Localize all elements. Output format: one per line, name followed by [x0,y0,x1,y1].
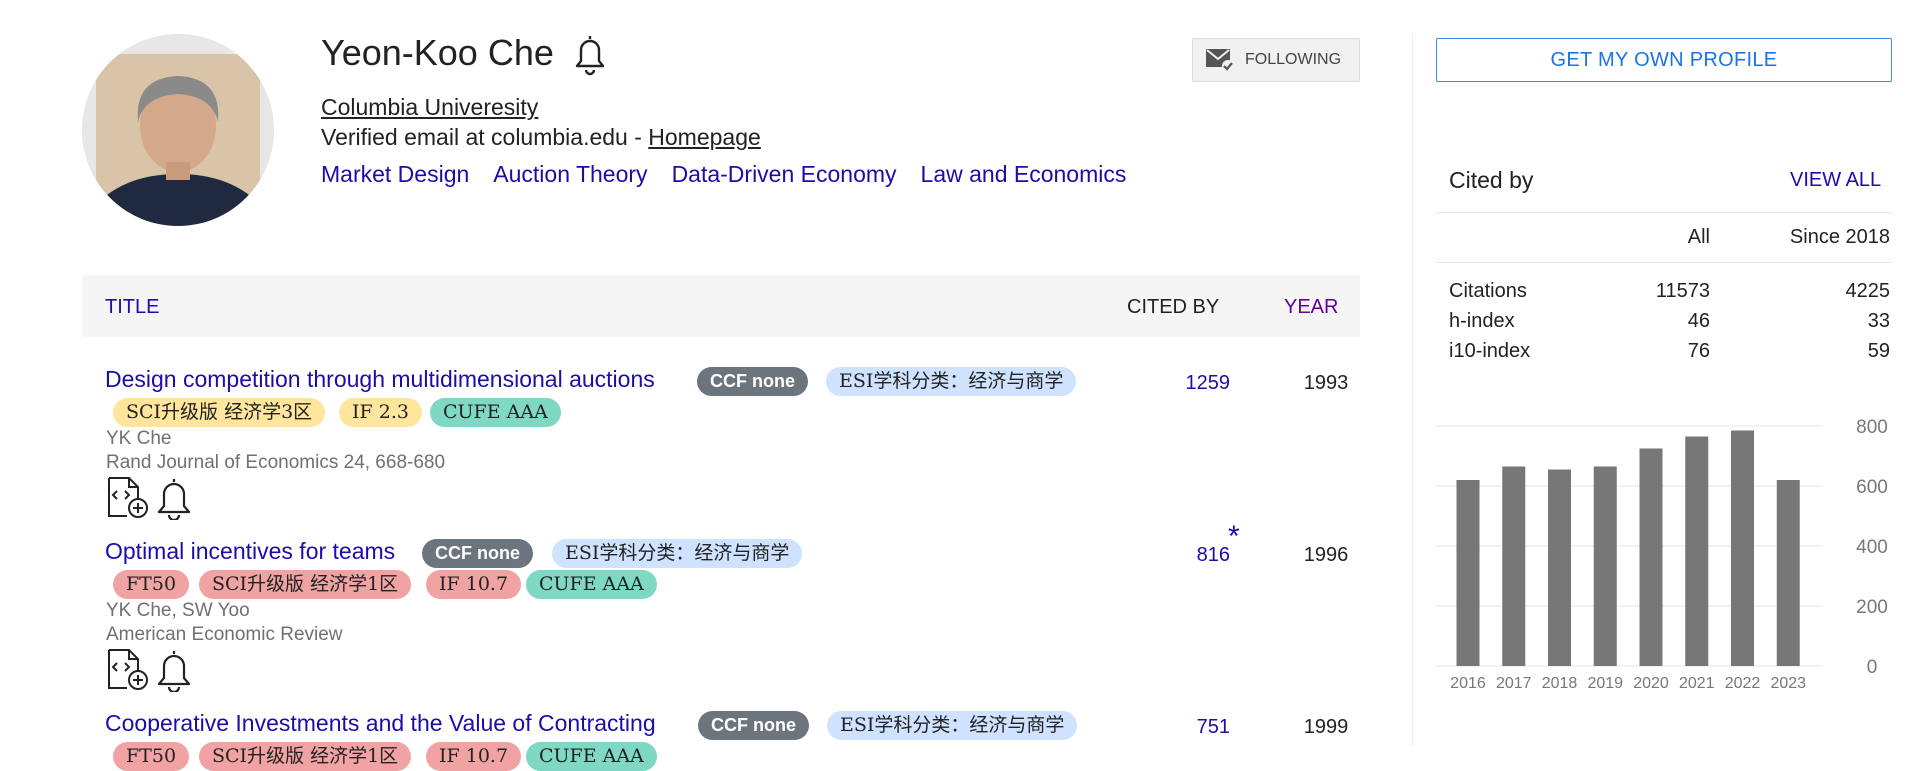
chart-bar [1548,469,1571,666]
sort-cited-button[interactable]: CITED BY [1127,296,1219,319]
y-tick-label: 0 [1867,657,1878,678]
ccf-badge: CCF none [698,711,809,740]
col-all-header: All [1687,226,1710,248]
stat-since: 59 [1867,340,1890,362]
if-badge: IF 10.7 [426,570,522,599]
chart-bar [1593,466,1617,666]
homepage-link[interactable]: Homepage [648,124,761,150]
chart-bar [1776,480,1800,666]
get-my-own-profile-button[interactable]: GET MY OWN PROFILE [1436,38,1892,82]
stat-label: i10-index [1449,340,1531,362]
y-tick-label: 200 [1856,597,1888,618]
cufe-badge: CUFE AAA [526,570,657,599]
sci-badge: SCI升级版 经济学3区 [113,398,326,427]
merged-citations-marker[interactable]: * [1228,520,1240,554]
mail-check-icon [1206,49,1234,72]
cited-by-link[interactable]: 1259 [1150,372,1231,395]
alert-bell-icon[interactable] [154,476,194,522]
divider [1436,262,1892,263]
citations-per-year-chart: 0 200 400 600 800 2016 2017 2018 2019 2020 2021 202… [1436,417,1888,692]
article-title-link[interactable]: Optimal incentives for teams [105,538,395,565]
email-text: Verified email at columbia.edu - [321,124,649,150]
x-tick-label: 2021 [1679,675,1715,692]
x-tick-label: 2019 [1587,675,1623,692]
article-year: 1993 [1303,372,1349,394]
esi-badge: ESI学科分类：经济与商学 [827,711,1078,740]
interest-link[interactable]: Data-Driven Economy [672,161,897,188]
stat-all: 11573 [1655,280,1710,302]
research-interests: Market Design Auction Theory Data-Driven… [321,161,1126,188]
article-year: 1996 [1303,544,1349,566]
esi-badge: ESI学科分类：经济与商学 [552,539,803,568]
interest-link[interactable]: Auction Theory [493,161,647,188]
chart-bar [1502,466,1526,666]
x-tick-label: 2018 [1542,675,1578,692]
stat-since: 4225 [1845,280,1891,302]
cited-by-heading: Cited by [1449,167,1534,193]
ft50-badge: FT50 [113,570,190,599]
chart-bar [1639,448,1663,666]
if-badge: IF 10.7 [426,742,522,771]
chart-bar [1685,436,1709,666]
following-label: FOLLOWING [1245,51,1342,68]
article-authors: YK Che, SW Yoo [106,600,250,621]
y-tick-label: 600 [1856,477,1888,498]
article-year: 1999 [1303,716,1349,738]
stat-since: 33 [1867,310,1890,332]
article-venue: Rand Journal of Economics 24, 668-680 [106,452,446,473]
ccf-badge: CCF none [422,539,533,568]
stat-label: Citations [1449,280,1527,302]
ccf-badge: CCF none [697,367,808,396]
avatar [82,34,274,226]
follow-bell-icon[interactable] [570,32,610,76]
sci-badge: SCI升级版 经济学1区 [199,742,412,771]
profile-name: Yeon-Koo Che [321,32,554,73]
affiliation-link[interactable]: Columbia Univeresity [321,94,538,121]
stat-label: h-index [1449,310,1515,332]
add-document-icon[interactable] [106,476,150,520]
following-button[interactable]: FOLLOWING [1192,38,1360,82]
chart-bar [1731,430,1754,666]
x-tick-label: 2022 [1725,675,1761,692]
y-tick-label: 400 [1856,537,1888,558]
divider [1436,212,1892,213]
article-venue: American Economic Review [106,624,343,645]
sort-year-button[interactable]: YEAR [1284,296,1338,319]
verified-email: Verified email at columbia.edu - Homepag… [321,124,761,151]
x-tick-label: 2017 [1496,675,1532,692]
view-all-button[interactable]: VIEW ALL [1790,169,1881,192]
add-document-icon[interactable] [106,648,150,692]
interest-link[interactable]: Market Design [321,161,469,188]
cited-by-link[interactable]: 816 [1150,544,1230,567]
article-authors: YK Che [106,428,172,449]
y-tick-label: 800 [1856,417,1888,438]
if-badge: IF 2.3 [339,398,422,427]
x-tick-label: 2020 [1633,675,1669,692]
x-tick-label: 2016 [1450,675,1486,692]
sci-badge: SCI升级版 经济学1区 [199,570,412,599]
cited-by-link[interactable]: 751 [1150,716,1230,739]
cufe-badge: CUFE AAA [430,398,561,427]
chart-bar [1456,480,1480,666]
ft50-badge: FT50 [113,742,190,771]
sort-title-button[interactable]: TITLE [105,296,159,319]
stat-all: 46 [1687,310,1710,332]
article-title-link[interactable]: Design competition through multidimensio… [105,366,655,393]
stat-all: 76 [1687,340,1710,362]
col-since-header: Since 2018 [1789,226,1890,248]
article-title-link[interactable]: Cooperative Investments and the Value of… [105,710,656,737]
cufe-badge: CUFE AAA [526,742,657,771]
interest-link[interactable]: Law and Economics [921,161,1127,188]
column-divider [1412,34,1413,746]
alert-bell-icon[interactable] [154,648,194,694]
esi-badge: ESI学科分类：经济与商学 [826,367,1077,396]
x-tick-label: 2023 [1770,675,1806,692]
